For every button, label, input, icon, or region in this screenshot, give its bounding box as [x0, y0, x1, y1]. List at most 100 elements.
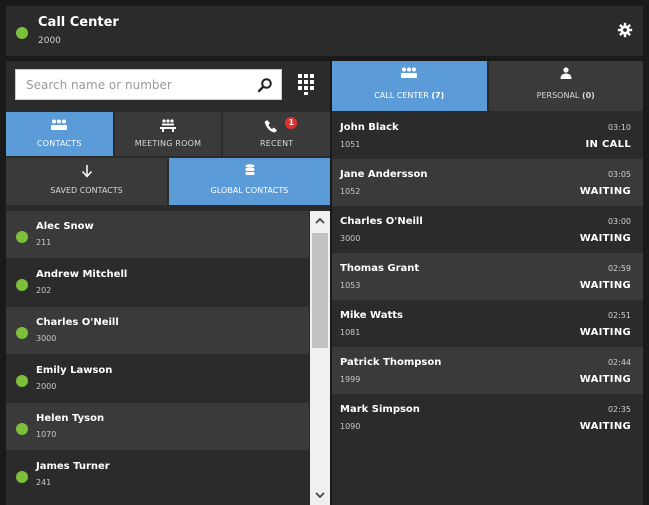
tab-contacts[interactable]: Contacts — [6, 112, 113, 156]
online-status-dot — [16, 471, 28, 483]
queue-row[interactable]: Charles O'Neill 3000 03:00 WAITING — [332, 206, 643, 253]
person-icon — [560, 67, 572, 79]
search-row — [6, 61, 330, 111]
tab-label: Contacts — [37, 139, 82, 148]
call-duration: 03:05 — [607, 170, 631, 179]
call-duration: 02:51 — [607, 311, 631, 320]
recent-calls-icon — [264, 120, 277, 133]
dialpad-icon[interactable] — [297, 73, 315, 95]
list-item[interactable]: Emily Lawson 2000 — [6, 355, 309, 402]
contact-name: Andrew Mitchell — [36, 269, 128, 280]
call-duration: 02:35 — [607, 405, 631, 414]
contact-name: Helen Tyson — [36, 413, 105, 424]
call-queue-list: John Black 1051 03:10 IN CALL Jane Ander… — [332, 112, 643, 505]
tab-saved-contacts[interactable]: Saved Contacts — [6, 158, 167, 205]
caller-number: 1081 — [340, 328, 361, 337]
search-box[interactable] — [15, 69, 282, 100]
contact-number: 2000 — [36, 382, 57, 391]
contact-name: Emily Lawson — [36, 365, 113, 376]
online-status-dot — [16, 375, 28, 387]
call-status: WAITING — [579, 327, 631, 338]
caller-name: Charles O'Neill — [340, 216, 423, 227]
caller-number: 1051 — [340, 140, 361, 149]
online-status-dot — [16, 327, 28, 339]
arrow-down-icon — [81, 165, 92, 178]
contact-number: 202 — [36, 286, 52, 295]
list-item[interactable]: James Turner 241 — [6, 451, 309, 498]
tab-count: (7) — [431, 91, 445, 100]
tab-label: Recent — [260, 139, 294, 148]
online-status-dot — [16, 231, 28, 243]
tab-global-contacts[interactable]: Global Contacts — [169, 158, 330, 205]
caller-name: Mike Watts — [340, 310, 403, 321]
caller-number: 1090 — [340, 422, 361, 431]
tab-label: Global Contacts — [210, 186, 289, 195]
call-status: IN CALL — [585, 139, 631, 150]
queue-row[interactable]: Mike Watts 1081 02:51 WAITING — [332, 300, 643, 347]
tab-count: (0) — [581, 91, 595, 100]
gear-icon[interactable] — [617, 22, 633, 38]
tab-label: CALL CENTER (7) — [332, 91, 487, 100]
call-status: WAITING — [579, 421, 631, 432]
contacts-panel: Contacts Meeting Room 1 Rec — [6, 61, 331, 505]
contact-list-scrollbar[interactable] — [310, 211, 330, 505]
call-duration: 03:10 — [607, 123, 631, 132]
caller-name: Thomas Grant — [340, 263, 420, 274]
call-duration: 02:59 — [607, 264, 631, 273]
tab-meeting-room[interactable]: Meeting Room — [114, 112, 222, 156]
tab-personal[interactable]: PERSONAL (0) — [488, 61, 644, 111]
queue-tabs: CALL CENTER (7) PERSONAL (0) — [332, 61, 643, 111]
tab-label-text: CALL CENTER — [374, 91, 429, 100]
queue-row[interactable]: Thomas Grant 1053 02:59 WAITING — [332, 253, 643, 300]
header-bar: Call Center 2000 — [6, 6, 643, 56]
contact-number: 211 — [36, 238, 52, 247]
group-icon — [51, 119, 68, 130]
caller-name: Mark Simpson — [340, 404, 420, 415]
chevron-up-icon[interactable] — [310, 211, 330, 231]
call-status: WAITING — [579, 280, 631, 291]
tab-recent[interactable]: 1 Recent — [223, 112, 331, 156]
database-icon — [245, 164, 254, 175]
caller-name: Jane Andersson — [340, 169, 428, 180]
tab-label: Saved Contacts — [50, 186, 123, 195]
recent-badge: 1 — [285, 117, 298, 129]
caller-name: John Black — [340, 122, 399, 133]
tab-label: PERSONAL (0) — [489, 91, 644, 100]
list-item[interactable]: Helen Tyson 1070 — [6, 403, 309, 450]
list-item[interactable]: Alec Snow 211 — [6, 211, 309, 258]
search-input[interactable] — [16, 70, 246, 99]
meeting-room-icon — [160, 119, 176, 132]
chevron-down-icon[interactable] — [310, 485, 330, 505]
queue-row[interactable]: Mark Simpson 1090 02:35 WAITING — [332, 394, 643, 441]
call-status: WAITING — [579, 186, 631, 197]
call-duration: 03:00 — [607, 217, 631, 226]
call-center-app: Call Center 2000 Search name or number C… — [0, 0, 649, 505]
contact-name: James Turner — [36, 461, 110, 472]
caller-number: 1053 — [340, 281, 361, 290]
online-status-dot — [16, 423, 28, 435]
contact-number: 3000 — [36, 334, 57, 343]
queue-row[interactable]: Jane Andersson 1052 03:05 WAITING — [332, 159, 643, 206]
contact-source-tabs: Saved Contacts Global Contacts — [6, 158, 330, 205]
queue-row[interactable]: Patrick Thompson 1999 02:44 WAITING — [332, 347, 643, 394]
contact-list: Alec Snow 211 Andrew Mitchell 202 Charle… — [6, 211, 309, 505]
group-icon — [401, 67, 418, 78]
contact-name: Charles O'Neill — [36, 317, 119, 328]
call-duration: 02:44 — [607, 358, 631, 367]
tab-label-text: PERSONAL — [536, 91, 580, 100]
header-title: Call Center — [38, 15, 119, 30]
caller-number: 1052 — [340, 187, 361, 196]
online-status-dot — [16, 279, 28, 291]
contact-number: 241 — [36, 478, 52, 487]
main-tabs: Contacts Meeting Room 1 Rec — [6, 112, 331, 156]
contact-number: 1070 — [36, 430, 57, 439]
search-icon[interactable] — [257, 77, 273, 93]
list-item[interactable]: Andrew Mitchell 202 — [6, 259, 309, 306]
queue-row[interactable]: John Black 1051 03:10 IN CALL — [332, 112, 643, 159]
tab-call-center[interactable]: CALL CENTER (7) — [332, 61, 487, 111]
caller-name: Patrick Thompson — [340, 357, 442, 368]
call-status: WAITING — [579, 374, 631, 385]
scrollbar-thumb[interactable] — [312, 233, 328, 348]
caller-number: 1999 — [340, 375, 361, 384]
list-item[interactable]: Charles O'Neill 3000 — [6, 307, 309, 354]
